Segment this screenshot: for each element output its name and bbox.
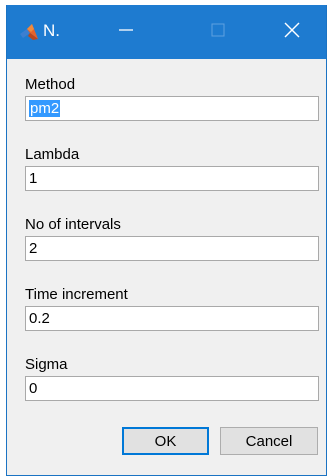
window-title: N. bbox=[43, 21, 60, 40]
maximize-button bbox=[195, 5, 241, 59]
title-bar[interactable]: N. bbox=[7, 5, 326, 59]
matlab-icon bbox=[19, 23, 39, 41]
minimize-icon bbox=[118, 22, 134, 43]
method-input[interactable]: pm2 bbox=[25, 96, 319, 121]
close-button[interactable] bbox=[269, 5, 315, 59]
minimize-button[interactable] bbox=[103, 5, 149, 59]
sigma-label: Sigma bbox=[25, 356, 68, 373]
lambda-label: Lambda bbox=[25, 146, 80, 163]
ok-button[interactable]: OK bbox=[122, 427, 209, 455]
lambda-input[interactable]: 1 bbox=[25, 166, 319, 191]
cancel-button[interactable]: Cancel bbox=[220, 427, 318, 455]
time-increment-input[interactable]: 0.2 bbox=[25, 306, 319, 331]
close-icon bbox=[283, 21, 301, 44]
time-increment-label: Time increment bbox=[25, 286, 128, 303]
intervals-label: No of intervals bbox=[25, 216, 121, 233]
method-label: Method bbox=[25, 76, 76, 93]
method-input-value: pm2 bbox=[29, 100, 61, 117]
input-dialog-window: N. Method pm2 Lambda 1 No of intervals 2… bbox=[6, 5, 327, 476]
sigma-input[interactable]: 0 bbox=[25, 376, 319, 401]
intervals-input[interactable]: 2 bbox=[25, 236, 319, 261]
maximize-icon bbox=[210, 22, 226, 43]
